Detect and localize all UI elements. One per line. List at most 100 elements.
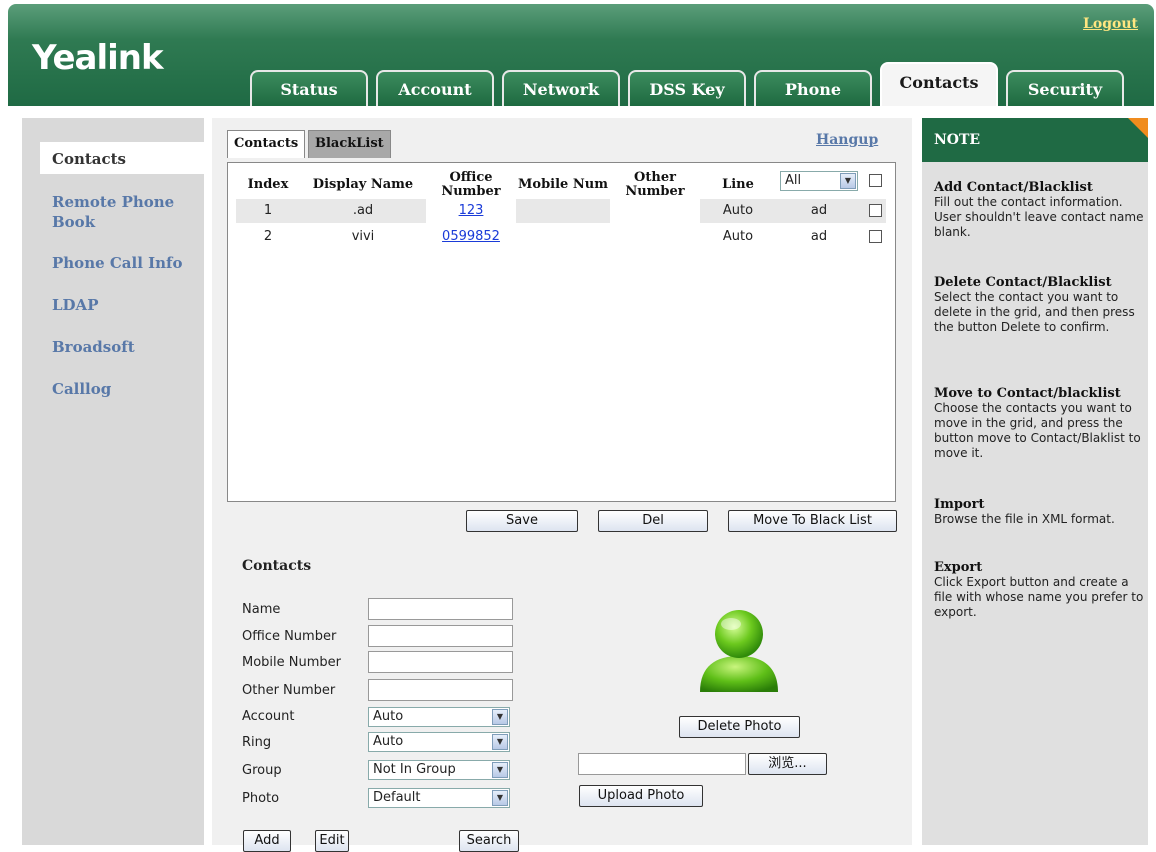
account-select[interactable]: Auto ▼ [368, 707, 510, 727]
contacts-grid: Index Display Name Office Number Mobile … [227, 162, 896, 502]
note-section-text: Click Export button and create a file wi… [934, 575, 1144, 619]
column-header-other-number: Other Number [625, 170, 685, 199]
row-checkbox[interactable] [869, 230, 882, 243]
logout-link[interactable]: Logout [1083, 16, 1138, 32]
tab-security[interactable]: Security [1006, 70, 1124, 106]
row-line: Auto [722, 203, 754, 218]
name-label: Name [242, 602, 281, 617]
group-select-value: Not In Group [373, 762, 456, 777]
note-section: Export Click Export button and create a … [934, 560, 1144, 620]
select-all-checkbox[interactable] [869, 174, 882, 187]
tab-contacts[interactable]: Contacts [880, 62, 998, 106]
subtab-blacklist[interactable]: BlackList [308, 130, 391, 158]
photo-select[interactable]: Default ▼ [368, 788, 510, 808]
row-account: ad [810, 229, 828, 244]
account-select-value: Auto [373, 709, 404, 724]
add-button[interactable]: Add [243, 830, 291, 852]
row-office-cell: 123 [426, 199, 516, 223]
sidebar-item-broadsoft[interactable]: Broadsoft [52, 337, 202, 357]
group-select[interactable]: Not In Group ▼ [368, 760, 510, 780]
tab-status[interactable]: Status [250, 70, 368, 106]
save-button[interactable]: Save [466, 510, 578, 532]
note-section-title: Move to Contact/blacklist [934, 386, 1121, 401]
contact-avatar-icon [700, 610, 778, 692]
row-display-name: .ad [352, 203, 374, 218]
chevron-down-icon: ▼ [492, 790, 508, 806]
line-filter-value: All [785, 173, 802, 188]
photo-file-input[interactable] [578, 753, 746, 775]
chevron-down-icon: ▼ [492, 762, 508, 778]
chevron-down-icon: ▼ [840, 173, 856, 189]
tab-network[interactable]: Network [502, 70, 620, 106]
yealink-logo: Yealink [32, 38, 164, 78]
subtab-contacts[interactable]: Contacts [227, 130, 306, 158]
row-other-number [610, 225, 700, 249]
office-number-field[interactable] [368, 625, 513, 647]
table-row[interactable]: 2 vivi 0599852 Auto ad [236, 225, 886, 249]
group-label: Group [242, 763, 282, 778]
ring-select[interactable]: Auto ▼ [368, 732, 510, 752]
row-checkbox[interactable] [869, 204, 882, 217]
account-label: Account [242, 709, 295, 724]
row-index: 1 [263, 203, 273, 218]
note-section-text: Select the contact you want to delete in… [934, 290, 1135, 334]
note-section: Add Contact/Blacklist Fill out the conta… [934, 180, 1144, 240]
ring-label: Ring [242, 735, 272, 750]
upload-photo-button[interactable]: Upload Photo [579, 785, 703, 807]
note-section-text: Fill out the contact information. User s… [934, 195, 1144, 239]
delete-button[interactable]: Del [598, 510, 708, 532]
tab-phone[interactable]: Phone [754, 70, 872, 106]
row-other-number [610, 199, 700, 223]
note-section-text: Choose the contacts you want to move in … [934, 401, 1141, 460]
row-office-number-link[interactable]: 123 [459, 203, 484, 218]
sidebar-item-phone-call-info[interactable]: Phone Call Info [52, 253, 202, 273]
search-button[interactable]: Search [459, 830, 519, 852]
sidebar-item-contacts[interactable]: Contacts [40, 142, 204, 174]
row-office-number-link[interactable]: 0599852 [442, 229, 500, 244]
note-section-title: Add Contact/Blacklist [934, 180, 1093, 195]
note-section-title: Export [934, 560, 983, 575]
tab-account[interactable]: Account [376, 70, 494, 106]
row-account: ad [810, 203, 828, 218]
row-mobile-num [518, 225, 608, 249]
note-section-title: Delete Contact/Blacklist [934, 275, 1112, 290]
photo-select-value: Default [373, 790, 421, 805]
photo-label: Photo [242, 791, 280, 806]
name-field[interactable] [368, 598, 513, 620]
sidebar-item-ldap[interactable]: LDAP [52, 295, 202, 315]
row-office-cell: 0599852 [426, 225, 516, 249]
row-mobile-num [518, 199, 608, 223]
sidebar-item-calllog[interactable]: Calllog [52, 379, 202, 399]
delete-photo-button[interactable]: Delete Photo [679, 716, 800, 738]
column-header-office-number: Office Number [441, 170, 501, 199]
note-section: Import Browse the file in XML format. [934, 497, 1144, 527]
column-header-index: Index [247, 177, 289, 192]
sidebar-item-remote-phone-book[interactable]: Remote Phone Book [52, 192, 202, 232]
main-panel: Contacts BlackList Hangup Index Display … [212, 118, 912, 852]
chevron-down-icon: ▼ [492, 709, 508, 725]
table-row[interactable]: 1 .ad 123 Auto ad [236, 199, 886, 223]
note-section: Move to Contact/blacklist Choose the con… [934, 386, 1144, 461]
form-title: Contacts [242, 558, 312, 574]
note-section: Delete Contact/Blacklist Select the cont… [934, 275, 1144, 335]
other-number-field[interactable] [368, 679, 513, 701]
move-to-blacklist-button[interactable]: Move To Black List [728, 510, 897, 532]
office-number-label: Office Number [242, 629, 337, 644]
note-section-text: Browse the file in XML format. [934, 512, 1115, 526]
browse-button[interactable]: 浏览... [748, 753, 827, 775]
tab-dss-key[interactable]: DSS Key [628, 70, 746, 106]
sidebar: Contacts Remote Phone Book Phone Call In… [22, 118, 204, 845]
note-corner-decoration [1128, 118, 1148, 138]
column-header-mobile-num: Mobile Num [518, 177, 608, 192]
column-header-line: Line [722, 177, 754, 192]
mobile-number-field[interactable] [368, 651, 513, 673]
hangup-link[interactable]: Hangup [816, 132, 878, 148]
top-header: Yealink Logout Status Account Network DS… [8, 4, 1154, 106]
row-index: 2 [263, 229, 273, 244]
mobile-number-label: Mobile Number [242, 655, 341, 670]
edit-button[interactable]: Edit [315, 830, 349, 852]
line-filter-select[interactable]: All ▼ [780, 171, 858, 191]
row-display-name: vivi [351, 229, 375, 244]
note-panel: NOTE Add Contact/Blacklist Fill out the … [922, 118, 1148, 845]
ring-select-value: Auto [373, 734, 404, 749]
